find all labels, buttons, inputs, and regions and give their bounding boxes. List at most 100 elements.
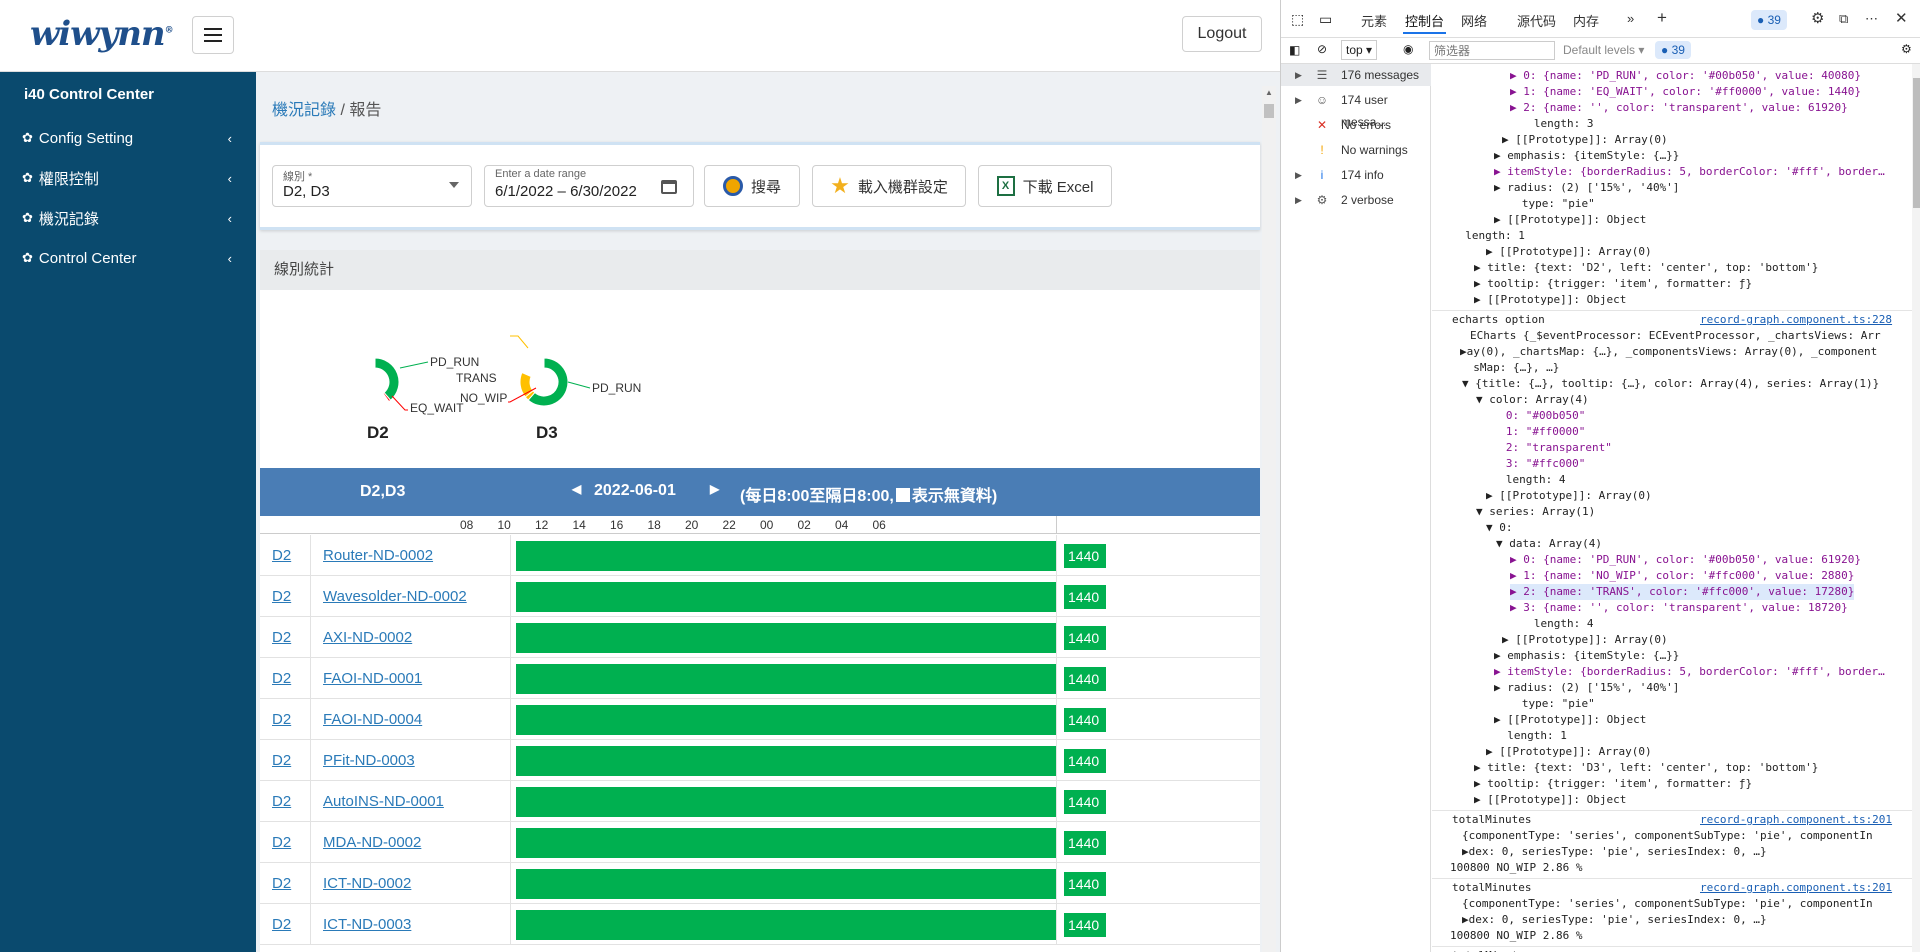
console-line[interactable]: ▶ 3: {name: '', color: 'transparent', va…: [1510, 600, 1848, 616]
console-line[interactable]: type: "pie": [1502, 696, 1595, 712]
console-line[interactable]: ▼ 0:: [1486, 520, 1513, 536]
calendar-icon[interactable]: [661, 180, 677, 194]
dock-icon[interactable]: ⧉: [1839, 11, 1848, 27]
machine-link[interactable]: Wavesolder-ND-0002: [323, 588, 467, 605]
tab-console[interactable]: 控制台: [1402, 11, 1447, 34]
console-line[interactable]: ▼ data: Array(4): [1496, 536, 1602, 552]
console-line[interactable]: 3: "#ffc000": [1486, 456, 1585, 472]
console-line[interactable]: ▶ [[Prototype]]: Array(0): [1486, 488, 1652, 504]
console-line[interactable]: ▼ {title: {…}, tooltip: {…}, color: Arra…: [1462, 376, 1879, 392]
machine-link[interactable]: AutoINS-ND-0001: [323, 793, 444, 810]
console-line[interactable]: ▶ tooltip: {trigger: 'item', formatter: …: [1474, 276, 1752, 292]
console-line[interactable]: ▶ itemStyle: {borderRadius: 5, borderCol…: [1494, 664, 1885, 680]
line-link[interactable]: D2: [272, 752, 291, 769]
line-select[interactable]: 線別 * D2, D3: [272, 165, 472, 207]
sidebar-item-config-setting[interactable]: ✿ Config Setting ‹: [0, 118, 256, 158]
console-line[interactable]: ▶ [[Prototype]]: Object: [1494, 712, 1646, 728]
console-line[interactable]: ▶ tooltip: {trigger: 'item', formatter: …: [1474, 776, 1752, 792]
date-range-input[interactable]: Enter a date range 6/1/2022 – 6/30/2022: [484, 165, 694, 207]
issues-badge-2[interactable]: ● 39: [1655, 41, 1691, 59]
console-line[interactable]: ECharts {_$eventProcessor: ECEventProces…: [1470, 328, 1881, 344]
line-link[interactable]: D2: [272, 711, 291, 728]
line-link[interactable]: D2: [272, 916, 291, 933]
more-options-icon[interactable]: ⋯: [1865, 11, 1878, 27]
scrollbar-thumb[interactable]: [1264, 104, 1274, 118]
sidebar-toggle-icon[interactable]: ◧: [1289, 43, 1300, 57]
status-bar-pd-run[interactable]: [516, 582, 1056, 612]
machine-link[interactable]: PFit-ND-0003: [323, 752, 415, 769]
console-line[interactable]: ▶dex: 0, seriesType: 'pie', seriesIndex:…: [1462, 844, 1767, 860]
console-line[interactable]: 100800 NO_WIP 2.86 %: [1450, 860, 1582, 876]
pie-slice-d3-pd-run[interactable]: [527, 357, 569, 407]
console-line[interactable]: ▶ radius: (2) ['15%', '40%']: [1494, 680, 1679, 696]
line-link[interactable]: D2: [272, 875, 291, 892]
log-levels-select[interactable]: Default levels ▾: [1563, 43, 1644, 57]
console-line[interactable]: ▶ [[Prototype]]: Object: [1474, 292, 1626, 308]
menu-toggle-button[interactable]: [192, 16, 234, 54]
line-link[interactable]: D2: [272, 670, 291, 687]
clear-console-icon[interactable]: ⊘: [1317, 42, 1327, 56]
console-settings-icon[interactable]: ⚙: [1901, 42, 1912, 56]
machine-link[interactable]: FAOI-ND-0001: [323, 670, 422, 687]
console-line[interactable]: ▶ 2: {name: '', color: 'transparent', va…: [1510, 100, 1848, 116]
console-line[interactable]: totalMinutes: [1452, 812, 1531, 828]
tab-network[interactable]: 网络: [1461, 11, 1487, 30]
console-filter-4[interactable]: ▶ i 174 info: [1281, 164, 1431, 186]
status-bar-pd-run[interactable]: [516, 910, 1056, 940]
machine-link[interactable]: AXI-ND-0002: [323, 629, 412, 646]
console-source-link[interactable]: record-graph.component.ts:228: [1700, 312, 1892, 328]
device-icon[interactable]: ▭: [1319, 11, 1332, 28]
console-line[interactable]: ▶ title: {text: 'D3', left: 'center', to…: [1474, 760, 1818, 776]
console-line[interactable]: ▶ay(0), _chartsMap: {…}, _componentsView…: [1460, 344, 1877, 360]
tab-memory[interactable]: 内存: [1573, 11, 1599, 30]
console-line[interactable]: ▶dex: 0, seriesType: 'pie', seriesIndex:…: [1462, 912, 1767, 928]
console-line[interactable]: 1: "#ff0000": [1486, 424, 1585, 440]
status-bar-pd-run[interactable]: [516, 746, 1056, 776]
status-bar-pd-run[interactable]: [516, 828, 1056, 858]
add-tab-icon[interactable]: +: [1657, 8, 1667, 28]
line-link[interactable]: D2: [272, 629, 291, 646]
console-line[interactable]: length: 3: [1514, 116, 1594, 132]
machine-link[interactable]: Router-ND-0002: [323, 547, 433, 564]
scroll-up-icon[interactable]: ▲: [1265, 88, 1273, 97]
console-line[interactable]: sMap: {…}, …}: [1460, 360, 1559, 376]
machine-link[interactable]: MDA-ND-0002: [323, 834, 421, 851]
console-line[interactable]: ▶ [[Prototype]]: Array(0): [1486, 744, 1652, 760]
settings-icon[interactable]: ⚙: [1811, 9, 1824, 27]
console-line[interactable]: ▶ 0: {name: 'PD_RUN', color: '#00b050', …: [1510, 68, 1861, 84]
console-line[interactable]: ▼ series: Array(1): [1476, 504, 1595, 520]
machine-link[interactable]: ICT-ND-0003: [323, 916, 411, 933]
console-line[interactable]: ▶ emphasis: {itemStyle: {…}}: [1494, 648, 1679, 664]
line-link[interactable]: D2: [272, 834, 291, 851]
tab-sources[interactable]: 源代码: [1517, 11, 1556, 30]
console-line[interactable]: {componentType: 'series', componentSubTy…: [1462, 896, 1873, 912]
line-link[interactable]: D2: [272, 793, 291, 810]
status-bar-pd-run[interactable]: [516, 541, 1056, 571]
tab-elements[interactable]: 元素: [1361, 11, 1387, 30]
console-line[interactable]: ▶ itemStyle: {borderRadius: 5, borderCol…: [1494, 164, 1885, 180]
console-filter-5[interactable]: ▶ ⚙ 2 verbose: [1281, 189, 1431, 211]
console-line[interactable]: echarts option: [1452, 312, 1545, 328]
machine-link[interactable]: FAOI-ND-0004: [323, 711, 422, 728]
console-line[interactable]: 2: "transparent": [1486, 440, 1612, 456]
console-filter-2[interactable]: ✕ No errors: [1281, 114, 1431, 136]
breadcrumb-parent-link[interactable]: 機況記錄: [272, 102, 336, 119]
load-group-settings-button[interactable]: ★ 載入機群設定: [812, 165, 966, 207]
console-scrollbar[interactable]: [1912, 64, 1920, 952]
console-line[interactable]: length: 4: [1514, 616, 1594, 632]
close-devtools-icon[interactable]: ✕: [1895, 9, 1908, 27]
console-line[interactable]: ▶ [[Prototype]]: Array(0): [1486, 244, 1652, 260]
status-bar-pd-run[interactable]: [516, 705, 1056, 735]
inspect-icon[interactable]: ⬚: [1291, 11, 1304, 28]
console-line[interactable]: ▶ 1: {name: 'NO_WIP', color: '#ffc000', …: [1510, 568, 1854, 584]
console-line[interactable]: ▶ radius: (2) ['15%', '40%']: [1494, 180, 1679, 196]
console-line[interactable]: length: 4: [1486, 472, 1566, 488]
status-bar-pd-run[interactable]: [516, 623, 1056, 653]
console-filter-0[interactable]: ▶ ☰ 176 messages: [1281, 64, 1431, 86]
page-scrollbar[interactable]: ▲: [1262, 86, 1276, 952]
logout-button[interactable]: Logout: [1182, 16, 1262, 52]
prev-day-icon[interactable]: ◀: [572, 482, 581, 496]
line-link[interactable]: D2: [272, 547, 291, 564]
status-bar-pd-run[interactable]: [516, 869, 1056, 899]
console-line[interactable]: ▶ [[Prototype]]: Array(0): [1502, 632, 1668, 648]
